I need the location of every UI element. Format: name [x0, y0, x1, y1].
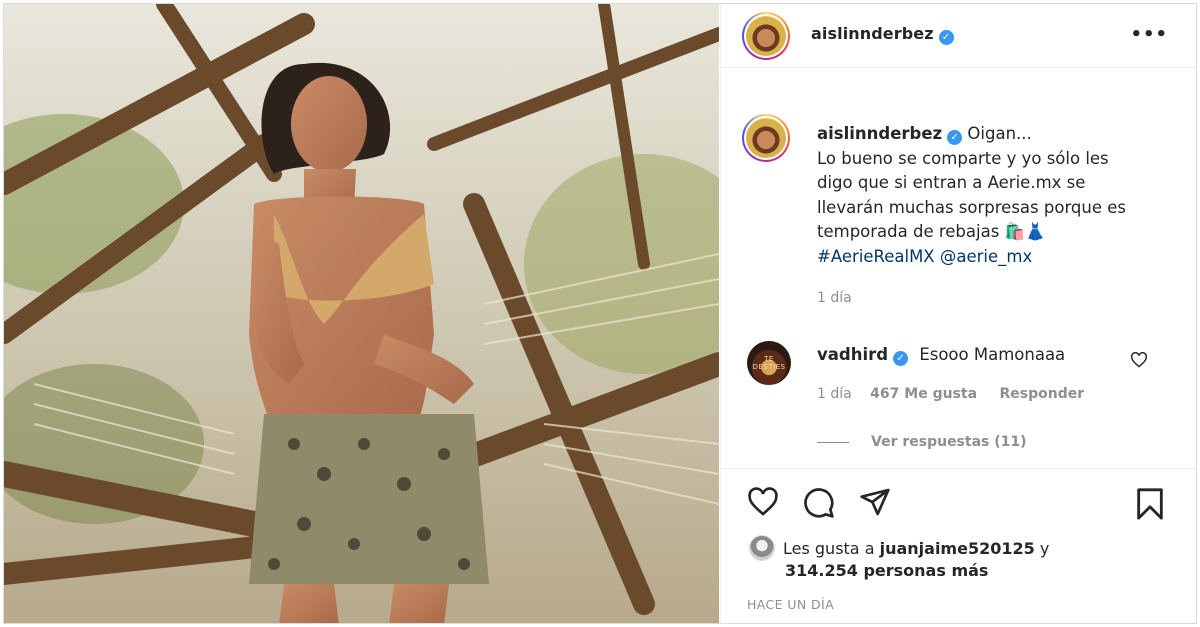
- caption-line-5: temporada de rebajas: [817, 222, 1000, 241]
- comment-item: TE DESTIES vadhird ✓ Esooo Mamonaaa 1 día…: [721, 334, 1196, 424]
- comment-meta: 1 día 467 Me gusta Responder: [817, 386, 1084, 402]
- author-username[interactable]: aislinnderbez: [811, 24, 934, 43]
- caption-author-username[interactable]: aislinnderbez: [817, 124, 942, 143]
- likes-count-link[interactable]: 314.254 personas más: [785, 561, 988, 580]
- post-header: aislinnderbez ✓ •••: [721, 4, 1196, 68]
- caption-time[interactable]: 1 día: [817, 290, 852, 306]
- caption-line-2: Lo bueno se comparte y yo sólo les: [817, 148, 1109, 168]
- caption-line-3: digo que si entran a Aerie.mx se: [817, 173, 1086, 192]
- caption-line-4: llevarán muchas sorpresas porque es: [817, 197, 1127, 217]
- heart-icon[interactable]: [747, 487, 779, 517]
- likes-summary: Les gusta a juanjaime520125 y: [749, 535, 1049, 561]
- caption-emoji: 🛍️👗: [1004, 222, 1046, 241]
- commenter-avatar[interactable]: TE DESTIES: [747, 341, 791, 385]
- share-icon[interactable]: [859, 487, 891, 517]
- mention-link[interactable]: @aerie_mx: [940, 247, 1032, 266]
- verified-icon: ✓: [938, 30, 954, 45]
- post-dialog: aislinnderbez ✓ ••• aislinnderbez ✓ Oigan.…: [3, 3, 1197, 624]
- commenter-avatar-text: TE DESTIES: [752, 355, 786, 371]
- verified-icon: ✓: [893, 351, 909, 366]
- more-icon[interactable]: •••: [1130, 24, 1168, 45]
- comment-likes[interactable]: 467 Me gusta: [870, 386, 977, 402]
- liker-avatar[interactable]: [749, 535, 775, 561]
- comment-text: vadhird ✓ Esooo Mamonaaa: [817, 345, 1065, 366]
- bookmark-icon[interactable]: [1135, 487, 1165, 521]
- photo-illustration: [4, 4, 719, 623]
- posted-time[interactable]: HACE UN DÍA: [747, 597, 834, 612]
- verified-icon: ✓: [947, 130, 963, 145]
- comment-heart-icon[interactable]: [1130, 352, 1148, 368]
- post-side-panel: aislinnderbez ✓ ••• aislinnderbez ✓ Oigan.…: [720, 4, 1196, 623]
- liker-username[interactable]: juanjaime520125: [880, 539, 1035, 558]
- comment-body: Esooo Mamonaaa: [919, 345, 1066, 364]
- post-photo[interactable]: [4, 4, 719, 623]
- action-bar: Les gusta a juanjaime520125 y 314.254 pe…: [721, 468, 1196, 623]
- view-replies-button[interactable]: Ver respuestas (11): [817, 434, 1027, 450]
- view-replies-label[interactable]: Ver respuestas (11): [871, 434, 1027, 450]
- author-username-link[interactable]: aislinnderbez ✓: [811, 24, 954, 45]
- comment-icon[interactable]: [803, 487, 835, 519]
- caption-line-1: Oigan...: [967, 124, 1032, 143]
- caption-text: aislinnderbez ✓ Oigan... Lo bueno se comp…: [817, 122, 1157, 269]
- hashtag-link[interactable]: #AerieRealMX: [817, 247, 935, 266]
- comment-time[interactable]: 1 día: [817, 386, 852, 402]
- likes-prefix: Les gusta a: [783, 539, 875, 558]
- caption-author-avatar[interactable]: [742, 114, 790, 162]
- replies-divider: [817, 441, 849, 443]
- reply-button[interactable]: Responder: [999, 386, 1084, 402]
- commenter-username[interactable]: vadhird: [817, 345, 888, 364]
- likes-conj: y: [1039, 539, 1050, 558]
- author-avatar[interactable]: [742, 12, 790, 60]
